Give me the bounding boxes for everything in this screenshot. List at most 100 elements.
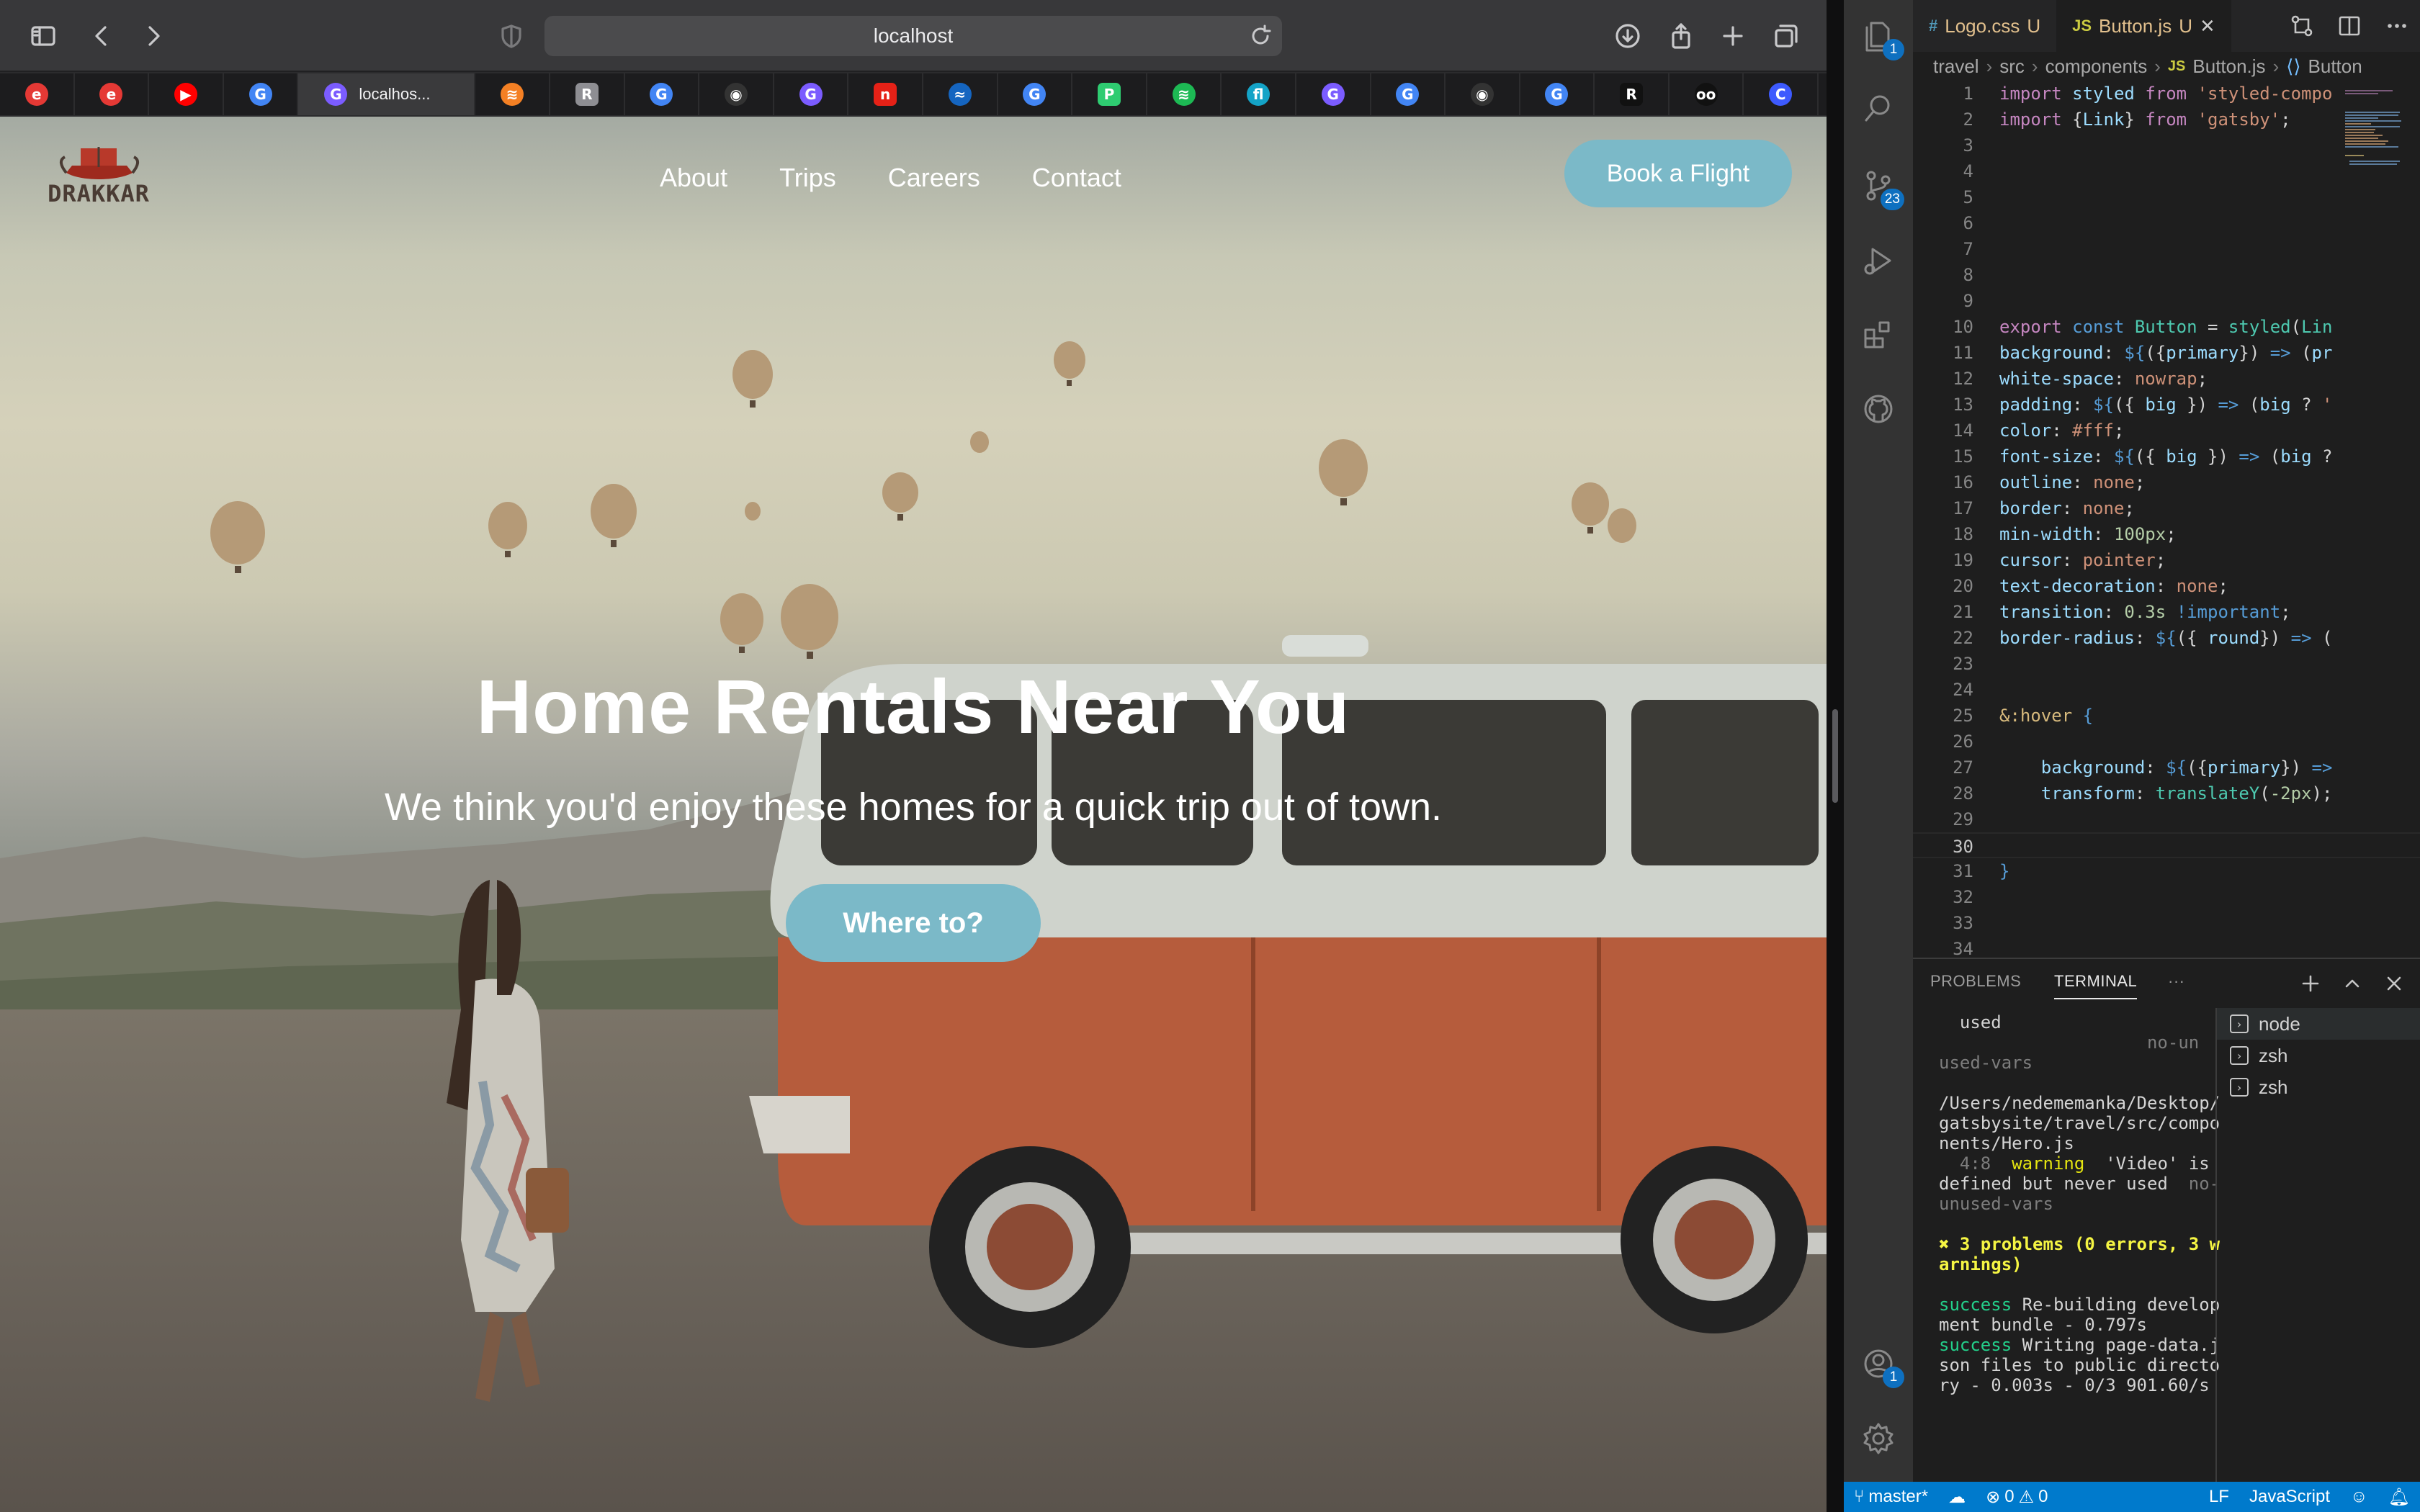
- browser-tab[interactable]: G: [224, 73, 299, 115]
- code-line[interactable]: 23: [1913, 651, 2420, 677]
- browser-tab[interactable]: R: [550, 73, 625, 115]
- maximize-panel-icon[interactable]: [2339, 971, 2365, 996]
- code-line[interactable]: 31}: [1913, 858, 2420, 884]
- breadcrumb-item[interactable]: src: [1999, 55, 2025, 78]
- code-line[interactable]: 6: [1913, 210, 2420, 236]
- eol-status[interactable]: LF: [2199, 1487, 2239, 1507]
- extensions-icon[interactable]: [1855, 311, 1901, 357]
- more-actions-icon[interactable]: ···: [2168, 972, 2184, 991]
- accounts-icon[interactable]: 1: [1855, 1341, 1904, 1388]
- divider-handle[interactable]: [1832, 709, 1838, 803]
- notifications-icon[interactable]: 🔔︎: [2378, 1487, 2420, 1508]
- problems-status[interactable]: ⊗ 0 ⚠ 0: [1976, 1487, 2058, 1508]
- nav-link-about[interactable]: About: [634, 153, 753, 203]
- feedback-icon[interactable]: ☺: [2340, 1487, 2378, 1507]
- code-line[interactable]: 30: [1913, 832, 2420, 858]
- breadcrumb-item[interactable]: travel: [1933, 55, 1979, 78]
- new-terminal-icon[interactable]: [2298, 971, 2323, 996]
- more-actions-icon[interactable]: [2381, 10, 2413, 42]
- code-line[interactable]: 8: [1913, 262, 2420, 288]
- back-icon[interactable]: [82, 16, 122, 56]
- browser-tab[interactable]: G: [1296, 73, 1371, 115]
- code-line[interactable]: 7: [1913, 236, 2420, 262]
- window-divider[interactable]: [1827, 0, 1844, 1512]
- code-line[interactable]: 29: [1913, 806, 2420, 832]
- split-editor-icon[interactable]: [2334, 10, 2365, 42]
- breadcrumb-item[interactable]: components: [2045, 55, 2148, 78]
- code-line[interactable]: 24: [1913, 677, 2420, 703]
- minimap[interactable]: [2342, 86, 2407, 187]
- reload-icon[interactable]: [1247, 23, 1273, 49]
- close-icon[interactable]: ✕: [2200, 15, 2215, 37]
- tab-terminal[interactable]: TERMINAL: [2054, 972, 2138, 999]
- terminal-item-node[interactable]: › node: [2217, 1008, 2420, 1040]
- language-mode[interactable]: JavaScript: [2239, 1487, 2340, 1507]
- source-control-icon[interactable]: 23: [1855, 163, 1904, 210]
- browser-tab[interactable]: ≈: [923, 73, 998, 115]
- nav-link-trips[interactable]: Trips: [753, 153, 862, 203]
- new-tab-icon[interactable]: [1713, 16, 1753, 56]
- browser-tab[interactable]: ≋: [1147, 73, 1222, 115]
- browser-tab[interactable]: n: [848, 73, 923, 115]
- browser-tab[interactable]: oo: [1670, 73, 1744, 115]
- browser-tab[interactable]: ◉: [1446, 73, 1520, 115]
- address-bar[interactable]: localhost: [544, 16, 1282, 56]
- tab-logo-css[interactable]: # Logo.css U: [1913, 0, 2056, 52]
- browser-tab[interactable]: fl: [1222, 73, 1296, 115]
- browser-tab[interactable]: ▶: [149, 73, 224, 115]
- code-line[interactable]: 21 transition: 0.3s !important;: [1913, 599, 2420, 625]
- code-line[interactable]: 13 padding: ${({ big }) => (big ? ': [1913, 392, 2420, 418]
- code-line[interactable]: 26: [1913, 729, 2420, 755]
- browser-tab[interactable]: G: [1520, 73, 1595, 115]
- tab-problems[interactable]: PROBLEMS: [1930, 972, 2021, 991]
- code-line[interactable]: 27 background: ${({primary}) =>: [1913, 755, 2420, 780]
- run-debug-icon[interactable]: [1855, 238, 1901, 284]
- where-to-button[interactable]: Where to?: [786, 884, 1041, 962]
- branch-status[interactable]: ⑂ master*: [1844, 1487, 1938, 1507]
- code-line[interactable]: 10 export const Button = styled(Lin: [1913, 314, 2420, 340]
- browser-tab[interactable]: G: [625, 73, 700, 115]
- browser-tab[interactable]: ◉: [699, 73, 774, 115]
- code-line[interactable]: 18 min-width: 100px;: [1913, 521, 2420, 547]
- github-icon[interactable]: [1855, 386, 1901, 432]
- terminal-item-zsh[interactable]: › zsh: [2217, 1040, 2420, 1071]
- code-line[interactable]: 20 text-decoration: none;: [1913, 573, 2420, 599]
- tab-overview-icon[interactable]: [1766, 16, 1806, 56]
- browser-tab[interactable]: C: [1744, 73, 1819, 115]
- code-line[interactable]: 9: [1913, 288, 2420, 314]
- browser-tab[interactable]: Glocalhos...: [298, 73, 476, 115]
- nav-link-careers[interactable]: Careers: [862, 153, 1006, 203]
- terminal-item-zsh[interactable]: › zsh: [2217, 1071, 2420, 1103]
- code-line[interactable]: 28 transform: translateY(-2px);: [1913, 780, 2420, 806]
- browser-tab[interactable]: ≋: [475, 73, 550, 115]
- browser-tab[interactable]: P: [1072, 73, 1147, 115]
- browser-tab[interactable]: G: [774, 73, 849, 115]
- code-line[interactable]: 34: [1913, 936, 2420, 958]
- sidebar-toggle-icon[interactable]: [23, 16, 63, 56]
- code-line[interactable]: 25 &:hover {: [1913, 703, 2420, 729]
- code-line[interactable]: 33: [1913, 910, 2420, 936]
- terminal-output[interactable]: used no-un used-vars /Users/nedememanka/D…: [1939, 1012, 2227, 1473]
- downloads-icon[interactable]: [1608, 16, 1648, 56]
- code-line[interactable]: 15 font-size: ${({ big }) => (big ?: [1913, 444, 2420, 469]
- search-icon[interactable]: [1855, 85, 1901, 131]
- compare-changes-icon[interactable]: [2286, 10, 2318, 42]
- browser-tab[interactable]: e: [75, 73, 150, 115]
- tab-button-js[interactable]: JS Button.js U ✕: [2056, 0, 2231, 52]
- browser-tab[interactable]: G: [1371, 73, 1446, 115]
- code-line[interactable]: 19 cursor: pointer;: [1913, 547, 2420, 573]
- book-a-flight-button[interactable]: Book a Flight: [1564, 140, 1792, 207]
- code-line[interactable]: 32: [1913, 884, 2420, 910]
- breadcrumb-item[interactable]: Button: [2308, 55, 2362, 78]
- settings-gear-icon[interactable]: [1855, 1416, 1901, 1462]
- browser-tab[interactable]: R: [1595, 73, 1670, 115]
- code-editor[interactable]: 1 import styled from 'styled-compo 2 import…: [1913, 81, 2420, 958]
- explorer-icon[interactable]: 1: [1855, 13, 1904, 60]
- privacy-shield-icon[interactable]: [491, 16, 532, 56]
- sync-icon[interactable]: ☁: [1938, 1487, 1976, 1508]
- nav-link-contact[interactable]: Contact: [1006, 153, 1147, 203]
- code-line[interactable]: 17 border: none;: [1913, 495, 2420, 521]
- browser-tab[interactable]: G: [998, 73, 1073, 115]
- browser-tab[interactable]: e: [0, 73, 75, 115]
- drakkar-logo[interactable]: DRAKKAR: [37, 144, 160, 209]
